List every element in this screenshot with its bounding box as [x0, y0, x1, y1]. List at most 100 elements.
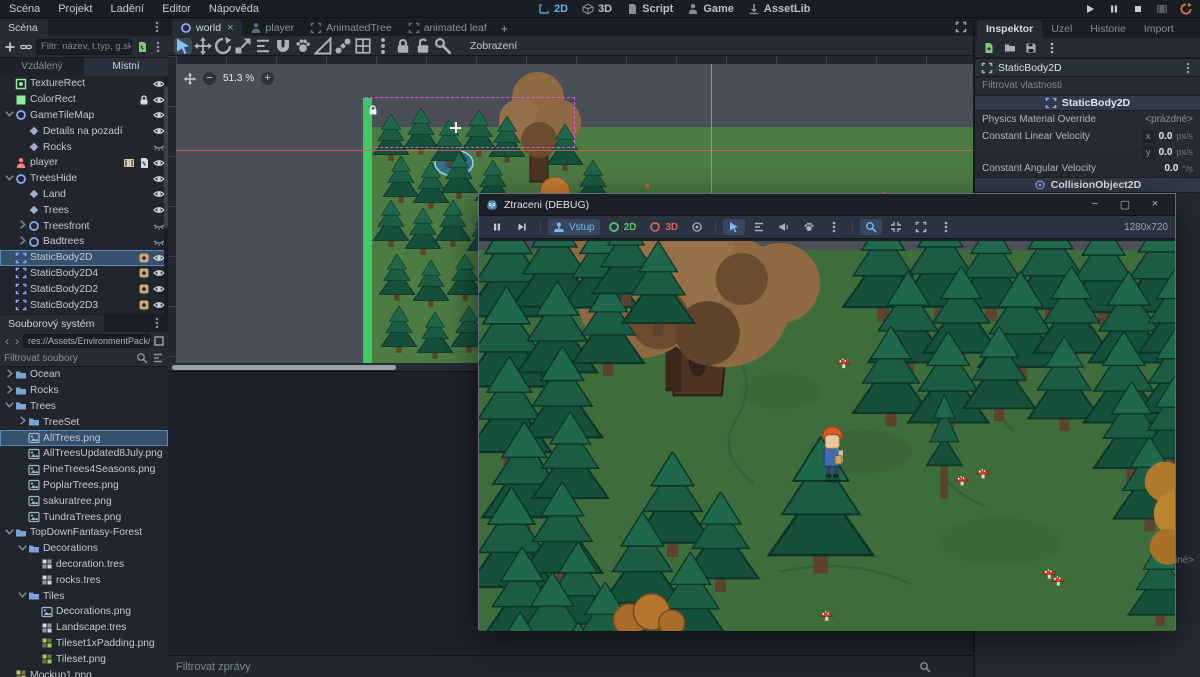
fullscreen-button[interactable]	[910, 219, 932, 235]
minimize-window-button[interactable]: −	[1082, 198, 1108, 211]
input-mode-button[interactable]: Vstup	[548, 219, 600, 235]
history-back-button[interactable]: ‹	[3, 334, 11, 348]
camera-override-button[interactable]	[686, 219, 708, 235]
add-node-button[interactable]	[4, 41, 16, 53]
scene-tree-row[interactable]: StaticBody2D3	[0, 297, 168, 313]
file-row[interactable]: decoration.tres	[0, 557, 168, 573]
scene-tree-row[interactable]: Rocks	[0, 139, 168, 155]
embed-zoom-button[interactable]	[860, 219, 882, 235]
zoom-out-button[interactable]: −	[203, 72, 216, 85]
scene-tree-row[interactable]: player	[0, 155, 168, 171]
filesystem-filter[interactable]: Filtrovat soubory	[0, 350, 168, 367]
file-row[interactable]: sakuratree.png	[0, 493, 168, 509]
game-debug-window[interactable]: Ztraceni (DEBUG) −▢× Vstup 2D 3D	[478, 193, 1176, 630]
x-value[interactable]: 0.0	[1159, 131, 1173, 142]
expander-icon[interactable]	[17, 589, 28, 603]
history-forward-button[interactable]: ›	[13, 334, 21, 348]
maximize-window-button[interactable]: ▢	[1112, 198, 1138, 211]
distraction-free-button[interactable]	[955, 21, 967, 33]
save-button[interactable]	[1025, 42, 1037, 54]
debug-2d-button[interactable]: 2D	[603, 219, 642, 235]
close-tab-icon[interactable]: ×	[227, 22, 233, 34]
magnet-tool-button[interactable]	[274, 38, 292, 54]
section-static-body[interactable]: StaticBody2D	[975, 95, 1200, 111]
folder-button[interactable]	[1004, 42, 1016, 54]
horizontal-guide[interactable]	[176, 150, 973, 151]
fit-window-button[interactable]	[885, 219, 907, 235]
menu-projekt[interactable]: Projekt	[49, 0, 101, 18]
rotate-tool-button[interactable]	[214, 38, 232, 54]
expander-icon[interactable]	[4, 368, 15, 382]
file-row[interactable]: Tileset.png	[0, 651, 168, 667]
stop-button[interactable]	[1132, 3, 1144, 15]
tab-filesystem[interactable]: Souborový systém	[0, 315, 104, 332]
next-frame-button[interactable]	[511, 219, 533, 235]
linear-velocity-y[interactable]: y 0.0 px/s	[975, 144, 1200, 160]
file-row[interactable]: Decorations.png	[0, 604, 168, 620]
scene-panel-menu-icon[interactable]	[146, 21, 168, 36]
expander-icon[interactable]	[4, 399, 15, 413]
debug-3d-button[interactable]: 3D	[644, 219, 683, 235]
scene-tree-row[interactable]: StaticBody2D	[0, 250, 168, 266]
expander-icon[interactable]	[17, 415, 28, 429]
tab-místní[interactable]: Místní	[84, 58, 168, 76]
expander-icon[interactable]	[4, 108, 15, 122]
scene-toolbar-menu[interactable]	[152, 41, 164, 53]
scene-tree-row[interactable]: Badtrees	[0, 234, 168, 250]
paw-tool-button[interactable]	[294, 38, 312, 54]
tab-inspektor[interactable]: Inspektor	[977, 20, 1042, 38]
menu-editor[interactable]: Editor	[153, 0, 200, 18]
listtree-tool-button[interactable]	[254, 38, 272, 54]
file-row[interactable]: Mockup1.png	[0, 667, 168, 677]
file-row[interactable]: Tiles	[0, 588, 168, 604]
filesystem-panel-menu-icon[interactable]	[146, 317, 168, 332]
file-row[interactable]: PoplarTrees.png	[0, 478, 168, 494]
reload-button[interactable]	[1180, 3, 1192, 15]
scrollbar-thumb[interactable]	[172, 365, 396, 370]
file-row[interactable]: TopDownFantasy-Forest	[0, 525, 168, 541]
scene-tree-row[interactable]: StaticBody2D4	[0, 266, 168, 282]
file-row[interactable]: Decorations	[0, 541, 168, 557]
mode-assetlib[interactable]: AssetLib	[748, 3, 810, 15]
scene-tree-row[interactable]: Details na pozadí	[0, 123, 168, 139]
ruler-tool-button[interactable]	[314, 38, 332, 54]
warnbox-icon[interactable]	[138, 299, 150, 311]
messages-filter-bar[interactable]: Filtrovat zprávy	[168, 655, 973, 677]
zoom-in-button[interactable]: +	[261, 72, 274, 85]
property-physics-material[interactable]: Physics Material Override <prázdné>	[975, 111, 1200, 128]
view-menu-button[interactable]: Zobrazení	[464, 40, 523, 52]
menu-nápověda[interactable]: Nápověda	[200, 0, 268, 18]
split-mode-button[interactable]	[153, 335, 165, 347]
sort-files-button[interactable]	[152, 352, 164, 364]
scene-tab-animated-leaf[interactable]: animated leaf	[400, 19, 495, 36]
scene-tree-row[interactable]: ColorRect	[0, 92, 168, 108]
tab-scene[interactable]: Scéna	[0, 19, 48, 36]
dots-tool-button[interactable]	[374, 38, 392, 54]
scene-tab-player[interactable]: player	[242, 19, 303, 36]
debug-options-menu[interactable]	[823, 219, 845, 235]
lock-tool-button[interactable]	[394, 38, 412, 54]
pause-game-button[interactable]	[486, 219, 508, 235]
embed-options-menu[interactable]	[935, 219, 957, 235]
attach-script-button[interactable]	[136, 41, 148, 53]
unlock-tool-button[interactable]	[414, 38, 432, 54]
warnbox-icon[interactable]	[138, 252, 150, 264]
mode-script[interactable]: Script	[626, 3, 673, 15]
expander-icon[interactable]	[4, 384, 15, 398]
lock-icon[interactable]	[138, 94, 150, 106]
film-button[interactable]	[1156, 3, 1168, 15]
film-icon[interactable]	[123, 157, 135, 169]
select-mode-button[interactable]	[723, 219, 745, 235]
play-button[interactable]	[1084, 3, 1096, 15]
select-list-button[interactable]	[748, 219, 770, 235]
file-row[interactable]: AllTrees.png	[0, 430, 168, 446]
pagenew-button[interactable]	[983, 42, 995, 54]
menu-scéna[interactable]: Scéna	[0, 0, 49, 18]
warnbox-icon[interactable]	[138, 267, 150, 279]
inspector-node-menu[interactable]	[1182, 62, 1194, 74]
new-scene-tab-button[interactable]: +	[495, 22, 514, 36]
menu-ladění[interactable]: Ladění	[101, 0, 153, 18]
cursor-tool-button[interactable]	[174, 38, 192, 54]
file-row[interactable]: Rocks	[0, 383, 168, 399]
tab-vzdálený[interactable]: Vzdálený	[0, 58, 84, 76]
